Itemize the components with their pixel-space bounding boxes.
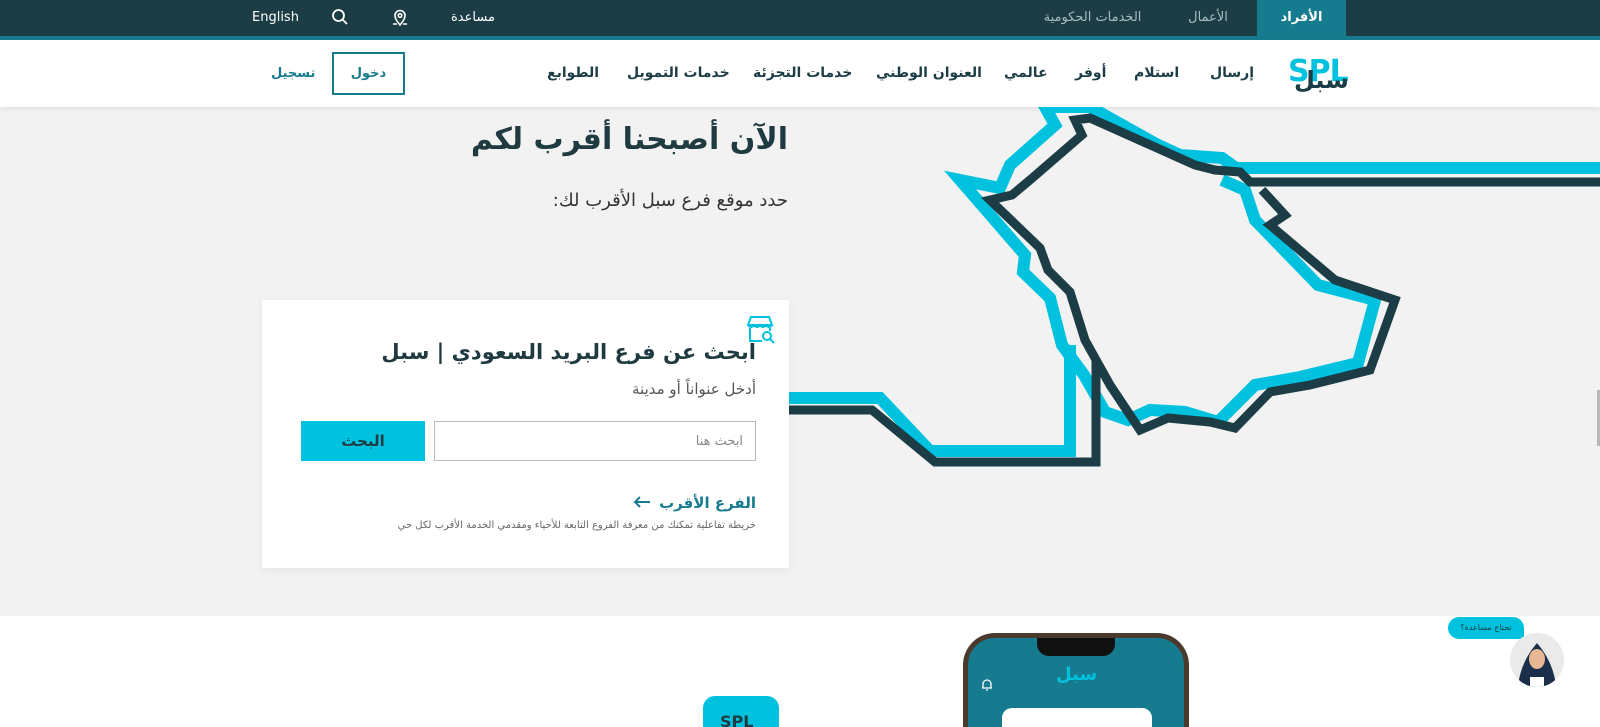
help-chat-bubble[interactable]: تحتاج مساعدة؟: [1448, 617, 1524, 639]
help-assistant-avatar[interactable]: [1510, 633, 1564, 687]
language-switch-link[interactable]: English: [252, 0, 299, 36]
bell-icon: [981, 676, 993, 695]
login-button[interactable]: دخول: [332, 52, 405, 95]
nav-item-receive[interactable]: استلام: [1134, 40, 1179, 107]
help-link[interactable]: مساعدة: [451, 0, 495, 36]
map-route-cyan: [789, 345, 1076, 457]
phone-app-logo: سبل: [1056, 664, 1098, 685]
app-promo-section: SPL سبل: [0, 616, 1600, 727]
phone-notch: [1037, 638, 1115, 656]
nearest-branch-description: خريطة تفاعلية تمكنك من معرفة الفروع التا…: [397, 520, 756, 531]
nav-item-financing-services[interactable]: خدمات التمويل: [627, 40, 730, 107]
app-badge-text: SPL: [720, 712, 754, 727]
nav-item-retail-services[interactable]: خدمات التجزئة: [753, 40, 852, 107]
search-card-subtitle: أدخل عنواناً أو مدينة: [632, 380, 756, 398]
main-navigation: SPL سبل إرسال استلام أوفر عالمي العنوان …: [0, 40, 1600, 107]
hero-subtitle: حدد موقع فرع سبل الأقرب لك:: [552, 190, 788, 211]
nearest-branch-link[interactable]: الفرع الأقرب: [633, 494, 756, 512]
branch-search-input[interactable]: [434, 421, 756, 461]
segment-tab-individuals[interactable]: الأفراد: [1257, 0, 1346, 36]
logo-arabic-text: سبل: [1294, 66, 1349, 94]
phone-screen-card: [1002, 708, 1152, 727]
nav-item-global[interactable]: عالمي: [1004, 40, 1048, 107]
phone-mockup: سبل: [963, 633, 1189, 727]
saudi-map-illustration: [789, 107, 1600, 467]
search-card-title: ابحث عن فرع البريد السعودي | سبل: [381, 340, 756, 364]
arrow-left-icon: [633, 494, 651, 512]
nav-item-save[interactable]: أوفر: [1075, 40, 1106, 107]
location-pin-icon[interactable]: [390, 0, 410, 36]
segment-tab-business[interactable]: الأعمال: [1173, 0, 1243, 36]
search-icon[interactable]: [331, 0, 349, 36]
register-link[interactable]: تسجيل: [271, 40, 315, 107]
nearest-branch-label: الفرع الأقرب: [659, 494, 756, 512]
nav-item-national-address[interactable]: العنوان الوطني: [876, 40, 982, 107]
branch-search-card: ابحث عن فرع البريد السعودي | سبل أدخل عن…: [262, 300, 789, 568]
app-badge: SPL: [703, 696, 779, 727]
hero-title: الآن أصبحنا أقرب لكم: [470, 122, 788, 157]
nav-item-send[interactable]: إرسال: [1210, 40, 1254, 107]
spl-logo[interactable]: SPL سبل: [1288, 54, 1350, 94]
nav-item-stamps[interactable]: الطوابع: [547, 40, 599, 107]
search-button[interactable]: البحث: [301, 421, 425, 461]
segment-tab-government[interactable]: الخدمات الحكومية: [1020, 0, 1165, 36]
top-utility-bar: الأفراد الأعمال الخدمات الحكومية مساعدة …: [0, 0, 1600, 36]
